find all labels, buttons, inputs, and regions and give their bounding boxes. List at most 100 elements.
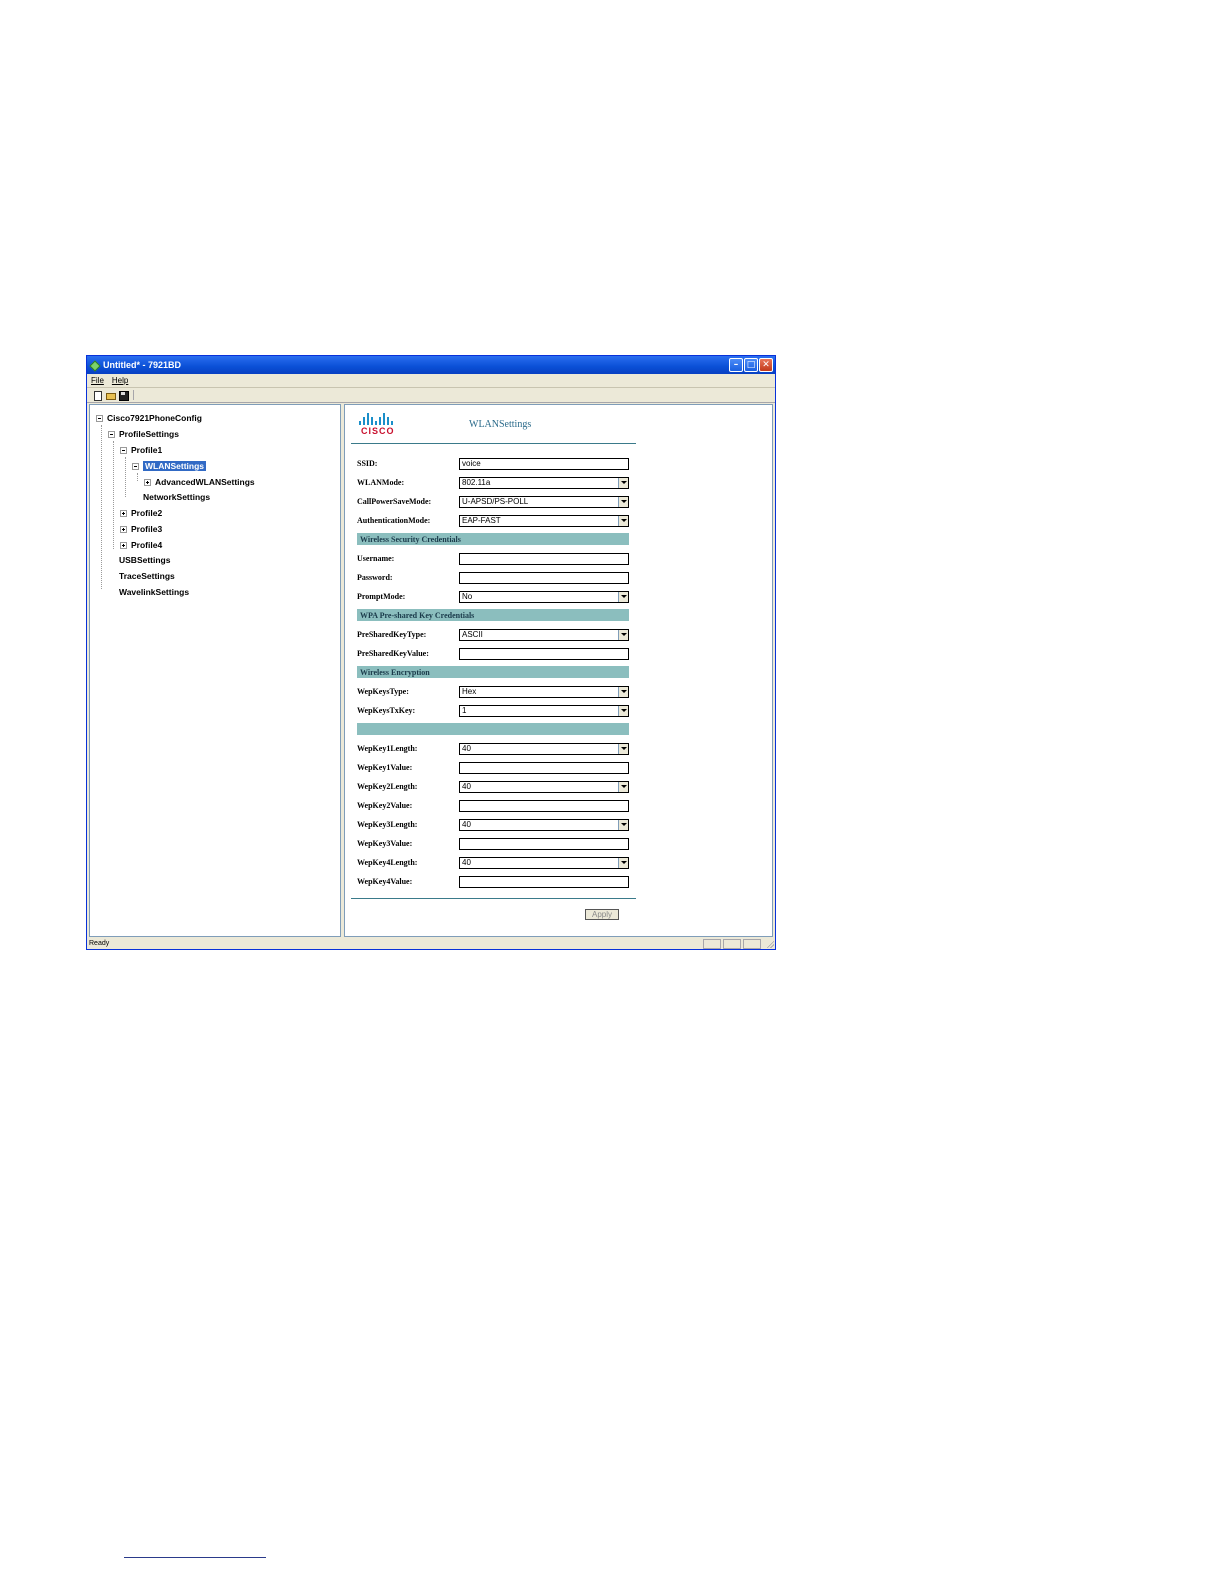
wep-key1-value-input[interactable]: [459, 761, 629, 774]
dropdown-arrow-icon[interactable]: [618, 705, 628, 716]
tree-label: Profile2: [131, 508, 163, 518]
wep-key1-length-select[interactable]: 40: [459, 742, 629, 755]
psk-type-select[interactable]: ASCII: [459, 628, 629, 641]
expand-icon[interactable]: [144, 478, 151, 486]
tree-node-profile4[interactable]: Profile4: [120, 539, 162, 551]
tree-node-profile2[interactable]: Profile2: [120, 507, 162, 519]
close-button[interactable]: ✕: [759, 358, 773, 372]
prompt-mode-select[interactable]: No: [459, 590, 629, 603]
dropdown-arrow-icon[interactable]: [618, 857, 628, 868]
wlan-mode-row: WLANMode: 802.11a: [357, 476, 631, 489]
save-disk-icon[interactable]: [118, 390, 129, 401]
cisco-logo-bars: [359, 413, 407, 425]
username-input[interactable]: [459, 552, 629, 565]
select-value: No: [462, 592, 473, 601]
tree-label: ProfileSettings: [119, 429, 179, 439]
select-value: EAP-FAST: [462, 516, 501, 525]
wep-key3-value-input[interactable]: [459, 837, 629, 850]
tree-line: [101, 425, 102, 589]
wep-key2-value-input[interactable]: [459, 799, 629, 812]
wep-key4-value-row: WepKey4Value:: [357, 875, 631, 888]
settings-tree: Cisco7921PhoneConfig ProfileSettings Pro…: [89, 404, 341, 937]
wep-key3-length-select[interactable]: 40: [459, 818, 629, 831]
dropdown-arrow-icon[interactable]: [618, 515, 628, 526]
resize-grip-icon[interactable]: [766, 940, 774, 948]
section-wpa-psk: WPA Pre-shared Key Credentials: [357, 609, 629, 621]
tree-line: [113, 441, 114, 549]
expand-icon[interactable]: [120, 509, 127, 517]
tree-node-profile-settings[interactable]: ProfileSettings: [108, 428, 179, 440]
collapse-icon[interactable]: [120, 446, 127, 454]
tree-node-advanced-wlan-settings[interactable]: AdvancedWLANSettings: [144, 476, 255, 488]
menu-file[interactable]: File: [91, 376, 104, 385]
dropdown-arrow-icon[interactable]: [618, 629, 628, 640]
dropdown-arrow-icon[interactable]: [618, 686, 628, 697]
collapse-icon[interactable]: [132, 462, 139, 470]
window-controls: – □ ✕: [729, 358, 773, 372]
apply-button[interactable]: Apply: [585, 909, 619, 920]
expand-icon[interactable]: [120, 525, 127, 533]
wep-key2-length-label: WepKey2Length:: [357, 782, 418, 791]
select-value: 40: [462, 744, 471, 753]
dropdown-arrow-icon[interactable]: [618, 591, 628, 602]
wep-key1-length-row: WepKey1Length: 40: [357, 742, 631, 755]
tree-label: AdvancedWLANSettings: [155, 477, 255, 487]
app-window: Untitled* - 7921BD – □ ✕ File Help Cisco…: [86, 355, 776, 950]
open-folder-icon[interactable]: [105, 390, 116, 400]
psk-type-label: PreSharedKeyType:: [357, 630, 427, 639]
wep-key2-length-select[interactable]: 40: [459, 780, 629, 793]
dropdown-arrow-icon[interactable]: [618, 496, 628, 507]
ssid-row: SSID: voice: [357, 457, 631, 470]
status-text: Ready: [89, 940, 110, 947]
tree-node-profile1[interactable]: Profile1: [120, 444, 162, 456]
wep-key4-length-select[interactable]: 40: [459, 856, 629, 869]
ssid-input[interactable]: voice: [459, 457, 629, 470]
new-file-icon[interactable]: [92, 390, 102, 401]
tree-node-root[interactable]: Cisco7921PhoneConfig: [96, 412, 202, 424]
dropdown-arrow-icon[interactable]: [618, 781, 628, 792]
wep-keys-type-row: WepKeysType: Hex: [357, 685, 631, 698]
ssid-label: SSID:: [357, 459, 378, 468]
app-icon: [90, 361, 99, 370]
tree-label: WavelinkSettings: [119, 587, 190, 597]
tree-node-profile3[interactable]: Profile3: [120, 523, 162, 535]
wep-key3-length-row: WepKey3Length: 40: [357, 818, 631, 831]
collapse-icon[interactable]: [96, 414, 103, 422]
expand-icon[interactable]: [120, 541, 127, 549]
tree-label: NetworkSettings: [143, 492, 211, 502]
wep-keys-type-select[interactable]: Hex: [459, 685, 629, 698]
section-blank: [357, 723, 629, 735]
authentication-mode-select[interactable]: EAP-FAST: [459, 514, 629, 527]
toolbar: [87, 388, 775, 403]
tree-node-wavelink-settings[interactable]: WavelinkSettings: [119, 586, 189, 598]
psk-value-input[interactable]: [459, 647, 629, 660]
maximize-button[interactable]: □: [744, 358, 758, 372]
username-label: Username:: [357, 554, 395, 563]
tree-label: USBSettings: [119, 555, 171, 565]
title-bar[interactable]: Untitled* - 7921BD – □ ✕: [87, 356, 775, 374]
minimize-button[interactable]: –: [729, 358, 743, 372]
dropdown-arrow-icon[interactable]: [618, 477, 628, 488]
dropdown-arrow-icon[interactable]: [618, 743, 628, 754]
dropdown-arrow-icon[interactable]: [618, 819, 628, 830]
wlan-mode-select[interactable]: 802.11a: [459, 476, 629, 489]
wep-keys-tx-key-select[interactable]: 1: [459, 704, 629, 717]
select-value: U-APSD/PS-POLL: [462, 497, 529, 506]
wep-key4-length-row: WepKey4Length: 40: [357, 856, 631, 869]
tree-node-trace-settings[interactable]: TraceSettings: [119, 570, 175, 582]
tree-node-wlan-settings[interactable]: WLANSettings: [132, 460, 207, 472]
tree-node-network-settings[interactable]: NetworkSettings: [143, 491, 210, 503]
section-wireless-security: Wireless Security Credentials: [357, 533, 629, 545]
collapse-icon[interactable]: [108, 430, 115, 438]
menu-help[interactable]: Help: [112, 376, 128, 385]
tree-node-usb-settings[interactable]: USBSettings: [119, 554, 170, 566]
wep-key4-value-input[interactable]: [459, 875, 629, 888]
tree-label: Profile1: [131, 445, 163, 455]
select-value: 40: [462, 782, 471, 791]
window-title: Untitled* - 7921BD: [103, 360, 182, 370]
call-power-save-mode-select[interactable]: U-APSD/PS-POLL: [459, 495, 629, 508]
tree-label: Profile4: [131, 540, 163, 550]
footer-divider: [351, 898, 636, 899]
password-input[interactable]: [459, 571, 629, 584]
wep-key2-value-row: WepKey2Value:: [357, 799, 631, 812]
